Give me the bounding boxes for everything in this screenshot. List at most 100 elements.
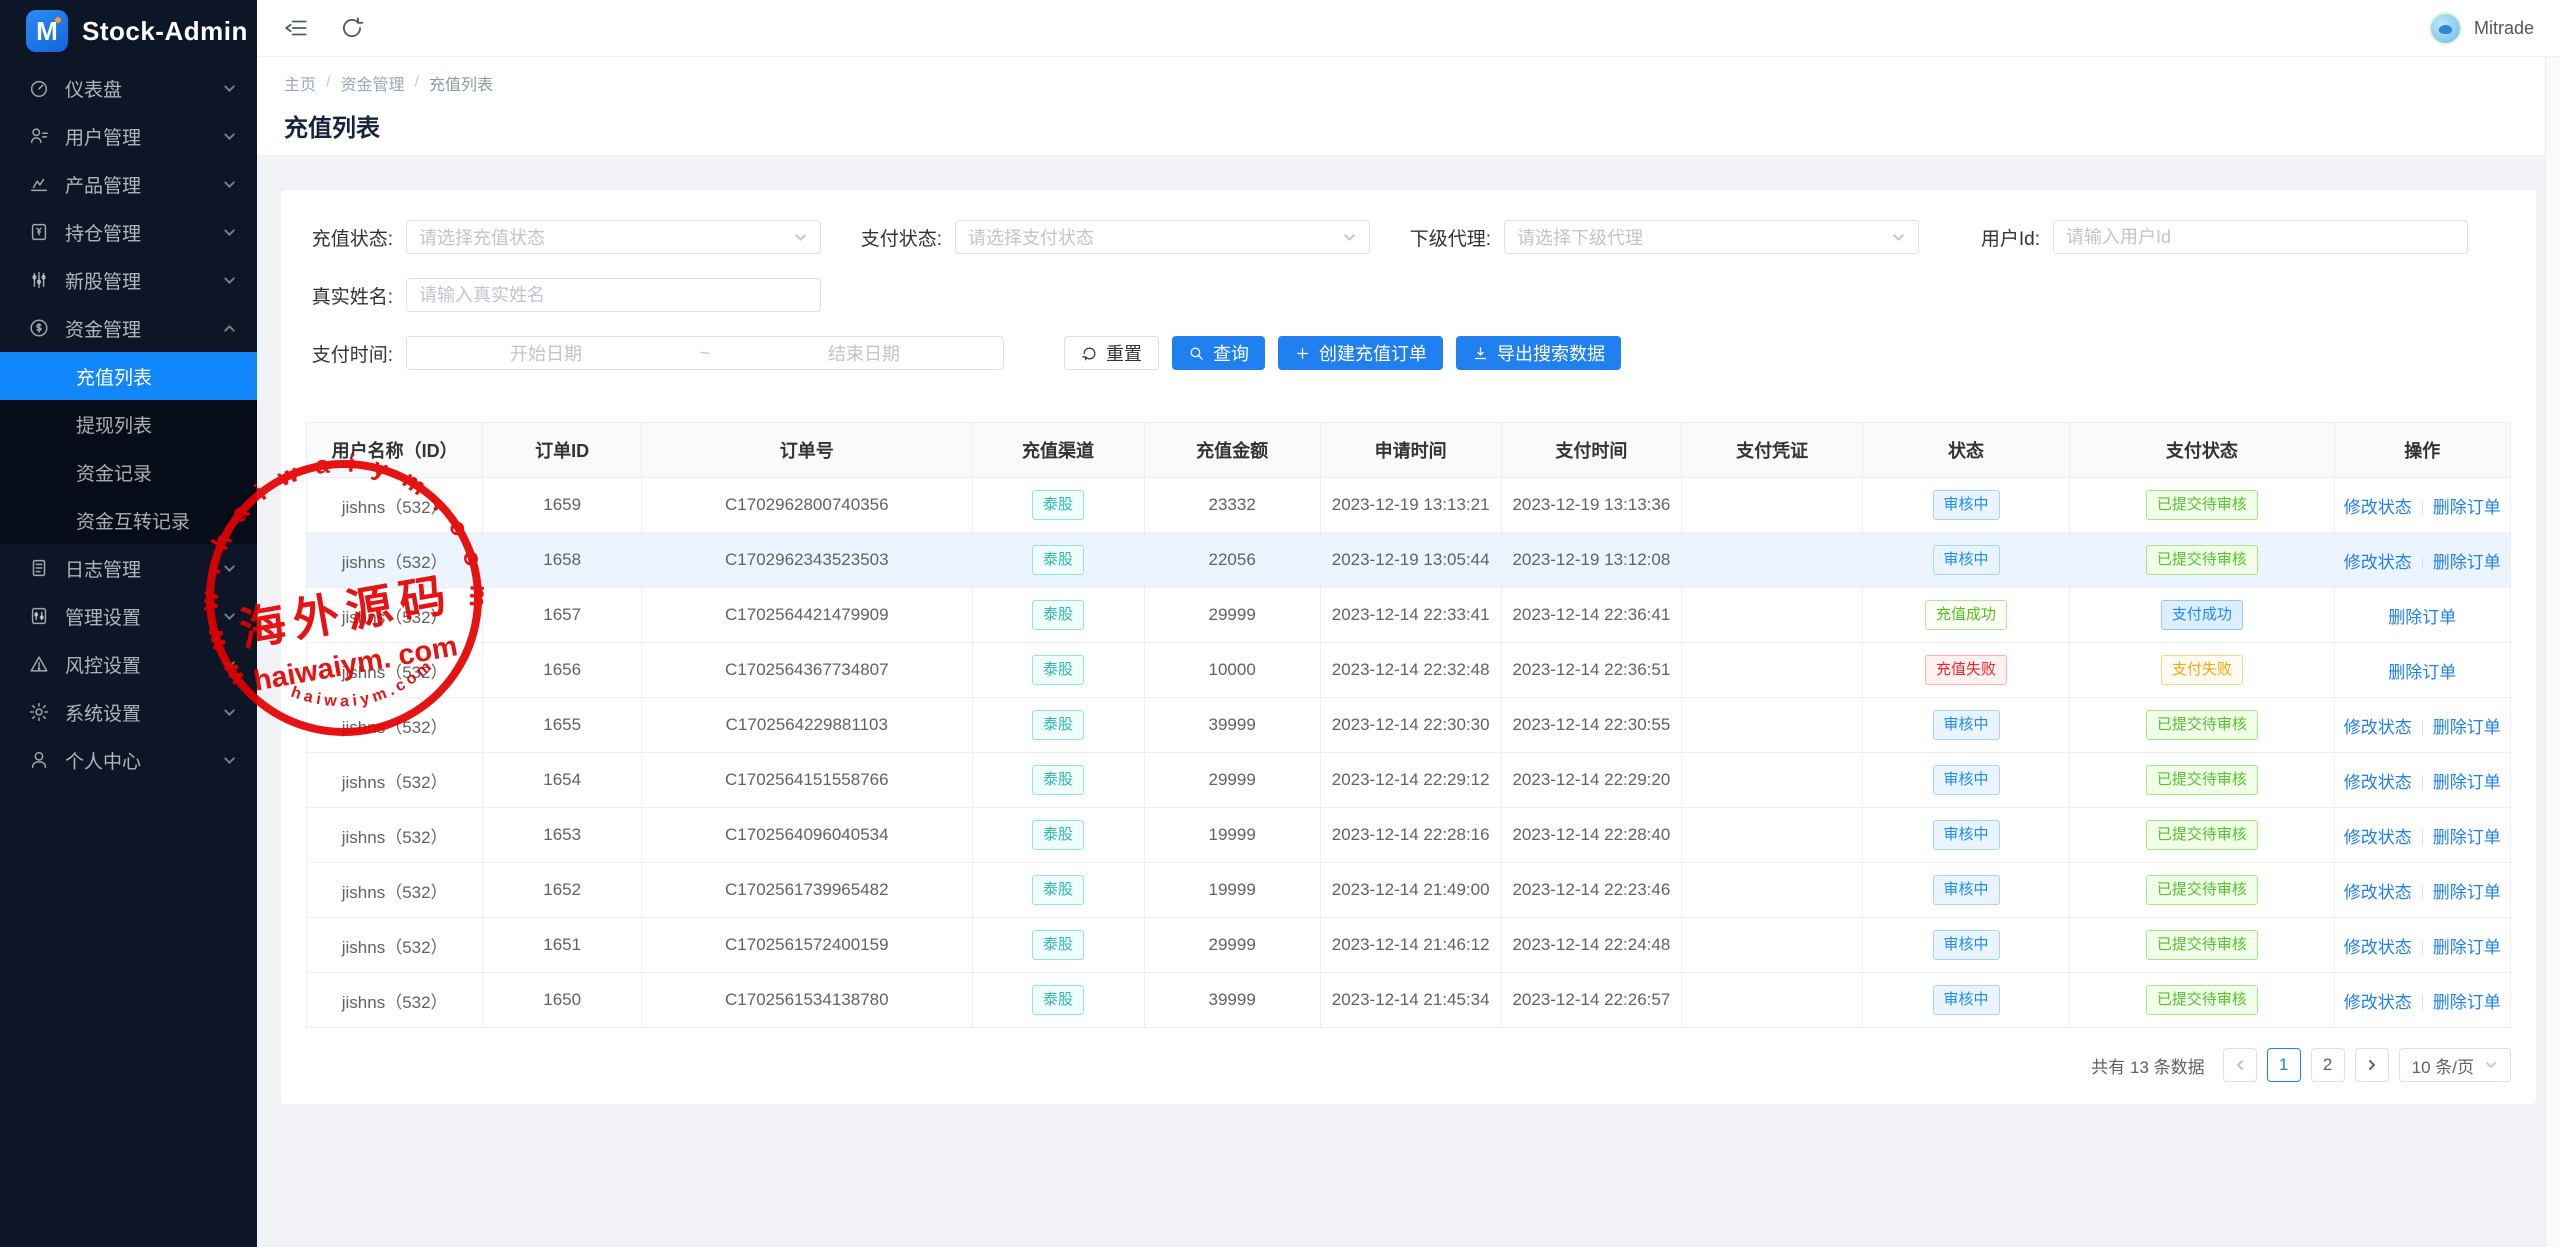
col-amount: 充值金额 — [1144, 423, 1320, 478]
sidebar-item-admin-settings[interactable]: 管理设置 — [0, 592, 257, 640]
table-row: jishns（532）1657C1702564421479909 泰股 2999… — [307, 588, 2511, 643]
channel-badge: 泰股 — [1032, 710, 1084, 740]
pay-status-select[interactable]: 请选择支付状态 — [955, 220, 1370, 254]
delete-order-link[interactable]: 删除订单 — [2388, 663, 2456, 682]
channel-badge: 泰股 — [1032, 820, 1084, 850]
sidebar-item-system-settings[interactable]: 系统设置 — [0, 688, 257, 736]
chevron-right-icon — [2365, 1058, 2379, 1072]
pay-time-range-picker[interactable]: 开始日期 ~ 结束日期 — [406, 336, 1004, 370]
table-row: jishns（532）1654C1702564151558766 泰股 2999… — [307, 753, 2511, 808]
breadcrumb-separator: / — [326, 74, 330, 92]
scrollbar[interactable] — [2545, 57, 2560, 1247]
sidebar-item-ipo[interactable]: 新股管理 — [0, 256, 257, 304]
channel-badge: 泰股 — [1032, 875, 1084, 905]
recharge-status-select[interactable]: 请选择充值状态 — [406, 220, 821, 254]
pay-status-badge: 支付成功 — [2161, 600, 2243, 630]
table-row: jishns（532）1651C1702561572400159 泰股 2999… — [307, 918, 2511, 973]
delete-order-link[interactable]: 删除订单 — [2433, 938, 2501, 957]
modify-status-link[interactable]: 修改状态 — [2344, 498, 2412, 517]
channel-badge: 泰股 — [1032, 765, 1084, 795]
delete-order-link[interactable]: 删除订单 — [2433, 718, 2501, 737]
page-button-2[interactable]: 2 — [2311, 1048, 2345, 1082]
sidebar-item-products[interactable]: 产品管理 — [0, 160, 257, 208]
col-actions: 操作 — [2334, 423, 2510, 478]
pay-status-badge: 支付失败 — [2161, 655, 2243, 685]
create-recharge-order-button[interactable]: 创建充值订单 — [1278, 336, 1443, 370]
filter-recharge-status: 充值状态: 请选择充值状态 — [306, 220, 855, 254]
sidebar-item-transfer-records[interactable]: 资金互转记录 — [0, 496, 257, 544]
reset-button[interactable]: 重置 — [1064, 336, 1159, 370]
refresh-icon[interactable] — [339, 15, 365, 41]
delete-order-link[interactable]: 删除订单 — [2388, 608, 2456, 627]
filter-row-2: 真实姓名: — [306, 278, 2511, 312]
sidebar-item-withdraw-list[interactable]: 提现列表 — [0, 400, 257, 448]
table-row: jishns（532）1656C1702564367734807 泰股 1000… — [307, 643, 2511, 698]
sidebar-item-risk-settings[interactable]: 风控设置 — [0, 640, 257, 688]
modify-status-link[interactable]: 修改状态 — [2344, 773, 2412, 792]
delete-order-link[interactable]: 删除订单 — [2433, 828, 2501, 847]
pay-status-badge: 已提交待审核 — [2146, 545, 2258, 575]
channel-badge: 泰股 — [1032, 600, 1084, 630]
filter-label: 下级代理: — [1404, 224, 1504, 251]
col-pay-time: 支付时间 — [1501, 423, 1682, 478]
sidebar-item-recharge-list[interactable]: 充值列表 — [0, 352, 257, 400]
page-size-select[interactable]: 10 条/页 — [2399, 1048, 2511, 1082]
real-name-input[interactable] — [406, 278, 821, 312]
modify-status-link[interactable]: 修改状态 — [2344, 938, 2412, 957]
status-badge: 审核中 — [1933, 710, 2000, 740]
table-row: jishns（532）1650C1702561534138780 泰股 3999… — [307, 973, 2511, 1028]
modify-status-link[interactable]: 修改状态 — [2344, 993, 2412, 1012]
sidebar-item-positions[interactable]: 持仓管理 — [0, 208, 257, 256]
channel-badge: 泰股 — [1032, 490, 1084, 520]
modify-status-link[interactable]: 修改状态 — [2344, 883, 2412, 902]
agent-select[interactable]: 请选择下级代理 — [1504, 220, 1919, 254]
user-id-input[interactable] — [2053, 220, 2468, 254]
sidebar-item-dashboard[interactable]: 仪表盘 — [0, 64, 257, 112]
table-row: jishns（532）1655C1702564229881103 泰股 3999… — [307, 698, 2511, 753]
sidebar-item-funds[interactable]: 资金管理 — [0, 304, 257, 352]
chevron-down-icon — [1342, 230, 1357, 245]
prev-page-button[interactable] — [2223, 1048, 2257, 1082]
chevron-down-icon — [222, 225, 237, 240]
status-badge: 充值成功 — [1925, 600, 2007, 630]
sidebar-item-fund-records[interactable]: 资金记录 — [0, 448, 257, 496]
menu-fold-icon[interactable] — [283, 15, 309, 41]
status-badge: 审核中 — [1933, 820, 2000, 850]
sidebar-item-users[interactable]: 用户管理 — [0, 112, 257, 160]
breadcrumb-current: 充值列表 — [429, 71, 493, 95]
filter-label: 用户Id: — [1953, 224, 2053, 251]
breadcrumb-home[interactable]: 主页 — [284, 71, 316, 95]
search-icon — [1188, 345, 1205, 362]
delete-order-link[interactable]: 删除订单 — [2433, 498, 2501, 517]
col-order-no: 订单号 — [642, 423, 973, 478]
modify-status-link[interactable]: 修改状态 — [2344, 718, 2412, 737]
modify-status-link[interactable]: 修改状态 — [2344, 828, 2412, 847]
next-page-button[interactable] — [2355, 1048, 2389, 1082]
sidebar-item-logs[interactable]: 日志管理 — [0, 544, 257, 592]
sidebar-item-profile[interactable]: 个人中心 — [0, 736, 257, 784]
delete-order-link[interactable]: 删除订单 — [2433, 883, 2501, 902]
page-button-1[interactable]: 1 — [2267, 1048, 2301, 1082]
breadcrumb-funds[interactable]: 资金管理 — [340, 71, 404, 95]
export-button[interactable]: 导出搜索数据 — [1456, 336, 1621, 370]
search-button[interactable]: 查询 — [1172, 336, 1265, 370]
status-badge: 充值失败 — [1925, 655, 2007, 685]
filter-real-name: 真实姓名: — [306, 278, 855, 312]
logs-icon — [28, 557, 50, 579]
delete-order-link[interactable]: 删除订单 — [2433, 553, 2501, 572]
products-icon — [28, 173, 50, 195]
chevron-up-icon — [222, 321, 237, 336]
delete-order-link[interactable]: 删除订单 — [2433, 993, 2501, 1012]
pay-status-badge: 已提交待审核 — [2146, 985, 2258, 1015]
modify-status-link[interactable]: 修改状态 — [2344, 553, 2412, 572]
content: 充值状态: 请选择充值状态 支付状态: 请选择支付状态 — [257, 155, 2560, 1247]
user-menu[interactable]: Mitrade — [2429, 12, 2534, 45]
col-voucher: 支付凭证 — [1682, 423, 1863, 478]
col-channel: 充值渠道 — [972, 423, 1144, 478]
table-row: jishns（532）1659C1702962800740356 泰股 2333… — [307, 478, 2511, 533]
delete-order-link[interactable]: 删除订单 — [2433, 773, 2501, 792]
avatar — [2429, 12, 2462, 45]
gear-icon — [28, 701, 50, 723]
chevron-down-icon — [222, 81, 237, 96]
pay-status-badge: 已提交待审核 — [2146, 930, 2258, 960]
